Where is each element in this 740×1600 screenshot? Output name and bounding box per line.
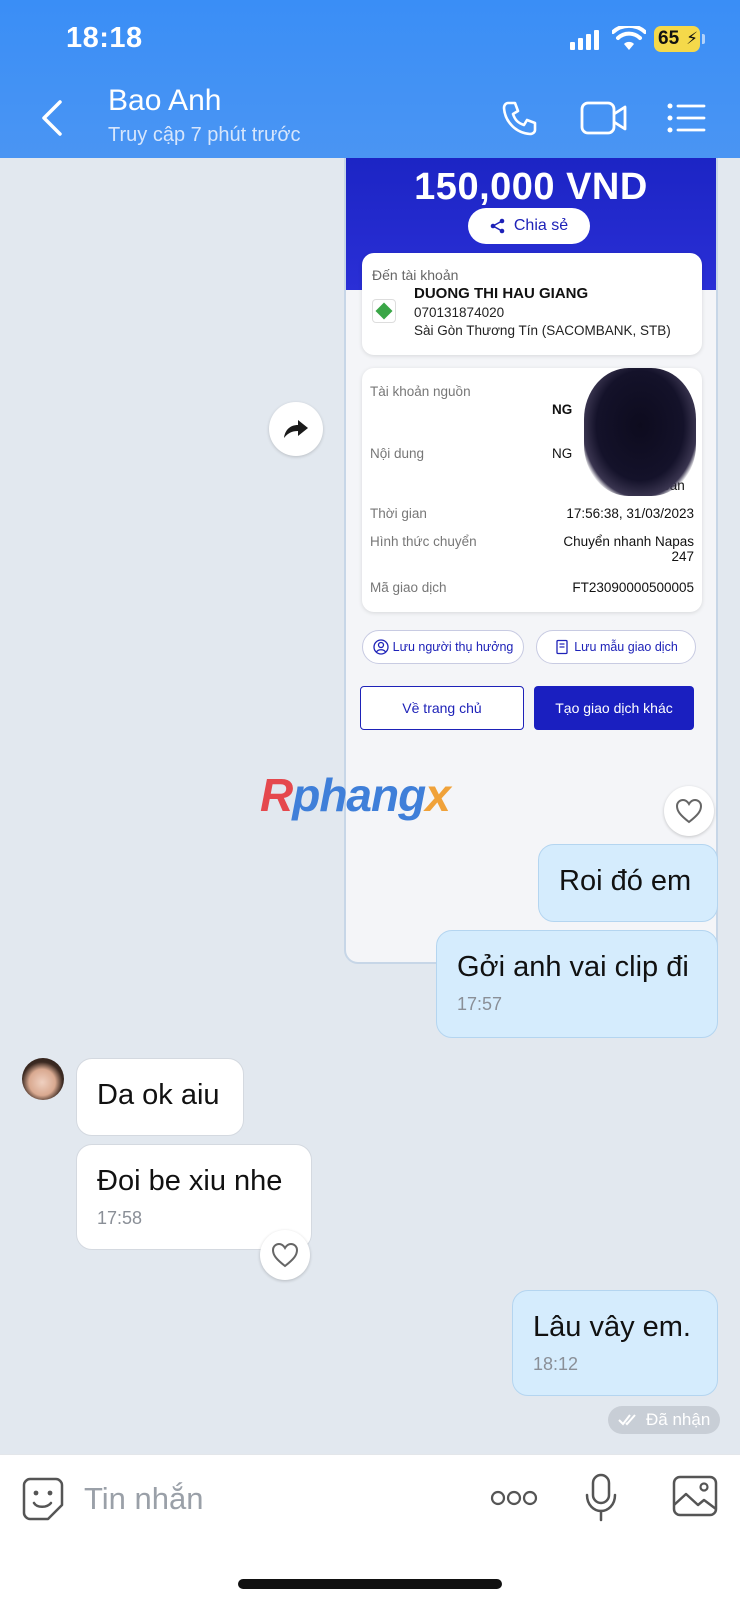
save-template-label: Lưu mẫu giao dịch — [574, 640, 678, 654]
detail-label: Mã giao dịch — [370, 580, 447, 595]
detail-label: Thời gian — [370, 506, 427, 521]
forward-button[interactable] — [269, 402, 323, 456]
received-status-badge: Đã nhận — [608, 1406, 721, 1434]
wifi-icon — [612, 26, 646, 50]
menu-list-icon[interactable] — [666, 102, 706, 134]
message-text: Gởi anh vai clip đi — [457, 951, 689, 983]
react-heart-button[interactable] — [664, 786, 714, 836]
message-text: Roi đó em — [559, 865, 692, 897]
back-arrow-icon[interactable] — [36, 96, 72, 140]
forward-arrow-icon — [284, 420, 308, 438]
message-composer — [0, 1454, 740, 1600]
gallery-image-icon[interactable] — [672, 1475, 718, 1517]
receipt-amount: 150,000 VND — [414, 166, 648, 208]
recipient-box: Đến tài khoản DUONG THI HAU GIANG 070131… — [362, 253, 702, 355]
bank-logo-icon — [372, 299, 396, 323]
transaction-details: Tài khoản nguồn NG Nội dung NG khoan Thờ… — [362, 368, 702, 612]
battery-indicator: 65 ⚡ — [654, 26, 705, 52]
user-circle-icon — [372, 639, 389, 655]
bank-name: Sài Gòn Thương Tín (SACOMBANK, STB) — [414, 323, 671, 338]
content-fragment: NG — [552, 446, 573, 461]
message-time: 18:12 — [533, 1354, 579, 1374]
status-time: 18:18 — [66, 22, 143, 54]
message-time: 17:57 — [457, 994, 503, 1014]
message-bubble-outgoing[interactable]: Gởi anh vai clip đi 17:57 — [436, 930, 718, 1038]
video-call-icon[interactable] — [580, 100, 628, 136]
message-bubble-outgoing[interactable]: Roi đó em — [538, 844, 718, 922]
detail-label: Hình thức chuyển — [370, 534, 477, 549]
share-button: Chia sẻ — [468, 208, 590, 244]
chat-header: 18:18 65 ⚡ Bao Anh Truy cập 7 phút trước — [0, 0, 740, 158]
share-icon — [490, 218, 505, 234]
message-input[interactable] — [84, 1471, 454, 1527]
watermark-logo: Rphangx — [260, 769, 451, 821]
microphone-icon[interactable] — [584, 1473, 618, 1523]
receipt-icon — [556, 639, 568, 655]
contact-name[interactable]: Bao Anh — [108, 84, 221, 118]
new-transaction-button: Tạo giao dịch khác — [534, 686, 694, 730]
message-text: Đoi be xiu nhe — [97, 1165, 283, 1197]
detail-value: FT23090000500005 — [572, 580, 694, 595]
react-heart-button[interactable] — [260, 1230, 310, 1280]
to-account-label: Đến tài khoản — [372, 267, 459, 283]
detail-label: Nội dung — [370, 446, 425, 461]
detail-value: 17:56:38, 31/03/2023 — [566, 506, 694, 521]
save-beneficiary-pill: Lưu người thụ hưởng — [362, 630, 524, 664]
phone-call-icon[interactable] — [500, 98, 540, 138]
heart-icon — [271, 1242, 299, 1268]
contact-avatar[interactable] — [22, 1058, 64, 1100]
message-time: 17:58 — [97, 1208, 143, 1228]
battery-level: 65 — [658, 28, 680, 49]
contact-last-seen: Truy cập 7 phút trước — [108, 124, 301, 146]
charging-bolt-icon: ⚡ — [686, 29, 698, 48]
recipient-name: DUONG THI HAU GIANG — [414, 285, 589, 302]
home-indicator — [238, 1579, 502, 1589]
share-label: Chia sẻ — [513, 217, 569, 234]
message-bubble-incoming[interactable]: Da ok aiu — [76, 1058, 244, 1136]
home-button: Về trang chủ — [360, 686, 524, 730]
cellular-signal-icon — [570, 30, 602, 50]
source-account-fragment: NG — [552, 402, 573, 417]
message-text: Lâu vây em. — [533, 1311, 691, 1343]
message-text: Da ok aiu — [97, 1079, 220, 1111]
sticker-emoji-icon[interactable] — [22, 1477, 64, 1521]
save-beneficiary-label: Lưu người thụ hưởng — [392, 640, 514, 654]
account-number: 070131874020 — [414, 305, 505, 320]
detail-label: Tài khoản nguồn — [370, 384, 471, 399]
received-status-label: Đã nhận — [646, 1410, 711, 1429]
redaction-scribble — [584, 368, 696, 496]
chat-messages-area[interactable]: 150,000 VND Chia sẻ Đến tài khoản DUONG … — [0, 158, 740, 1454]
heart-icon — [675, 798, 703, 824]
detail-value: Chuyển nhanh Napas 247 — [563, 534, 694, 564]
message-bubble-outgoing[interactable]: Lâu vây em. 18:12 — [512, 1290, 718, 1396]
save-template-pill: Lưu mẫu giao dịch — [536, 630, 696, 664]
more-options-icon[interactable] — [490, 1489, 538, 1507]
double-check-icon — [618, 1414, 636, 1426]
